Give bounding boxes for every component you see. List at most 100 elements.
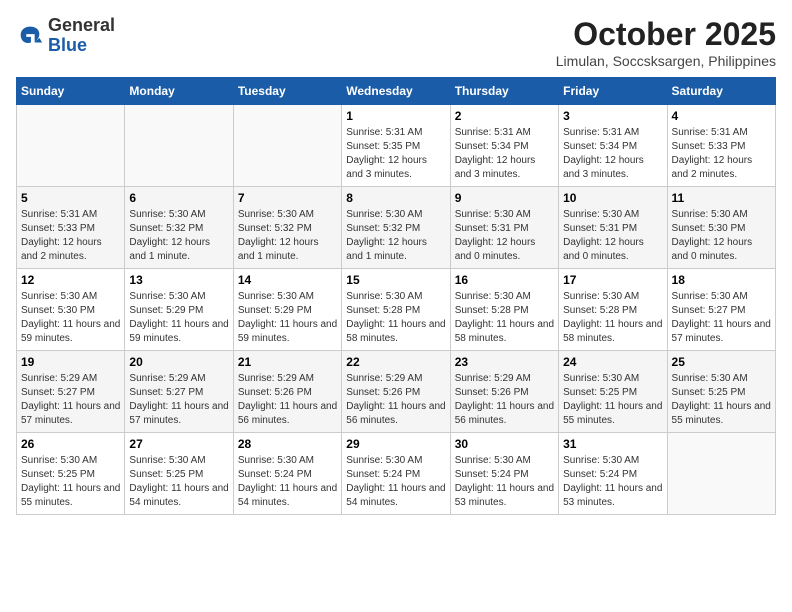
day-number: 25 — [672, 355, 771, 369]
day-number: 21 — [238, 355, 337, 369]
day-number: 10 — [563, 191, 662, 205]
day-info: Sunrise: 5:30 AMSunset: 5:24 PMDaylight:… — [455, 454, 554, 510]
day-number: 2 — [455, 109, 554, 123]
day-info: Sunrise: 5:30 AMSunset: 5:31 PMDaylight:… — [455, 208, 554, 264]
day-number: 29 — [346, 437, 445, 451]
calendar-cell: 31 Sunrise: 5:30 AMSunset: 5:24 PMDayligh… — [559, 433, 667, 515]
week-row-1: 1 Sunrise: 5:31 AMSunset: 5:35 PMDaylight… — [17, 105, 776, 187]
day-number: 19 — [21, 355, 120, 369]
day-number: 5 — [21, 191, 120, 205]
calendar-cell — [125, 105, 233, 187]
calendar-cell — [17, 105, 125, 187]
day-info: Sunrise: 5:30 AMSunset: 5:28 PMDaylight:… — [346, 290, 445, 346]
weekday-header-wednesday: Wednesday — [342, 78, 450, 105]
day-info: Sunrise: 5:31 AMSunset: 5:34 PMDaylight:… — [563, 126, 662, 182]
calendar-cell: 28 Sunrise: 5:30 AMSunset: 5:24 PMDayligh… — [233, 433, 341, 515]
day-number: 28 — [238, 437, 337, 451]
week-row-2: 5 Sunrise: 5:31 AMSunset: 5:33 PMDaylight… — [17, 187, 776, 269]
day-info: Sunrise: 5:30 AMSunset: 5:24 PMDaylight:… — [346, 454, 445, 510]
calendar-cell: 5 Sunrise: 5:31 AMSunset: 5:33 PMDaylight… — [17, 187, 125, 269]
logo-blue-text: Blue — [48, 35, 87, 55]
calendar-cell: 7 Sunrise: 5:30 AMSunset: 5:32 PMDaylight… — [233, 187, 341, 269]
weekday-header-row: SundayMondayTuesdayWednesdayThursdayFrid… — [17, 78, 776, 105]
day-number: 3 — [563, 109, 662, 123]
calendar-cell: 9 Sunrise: 5:30 AMSunset: 5:31 PMDaylight… — [450, 187, 558, 269]
day-info: Sunrise: 5:30 AMSunset: 5:28 PMDaylight:… — [455, 290, 554, 346]
day-number: 6 — [129, 191, 228, 205]
calendar-cell: 12 Sunrise: 5:30 AMSunset: 5:30 PMDayligh… — [17, 269, 125, 351]
calendar-cell: 20Sunrise: 5:29 AMSunset: 5:27 PMDayligh… — [125, 351, 233, 433]
page-header: General Blue October 2025 Limulan, Soccs… — [16, 16, 776, 69]
day-info: Sunrise: 5:29 AMSunset: 5:26 PMDaylight:… — [346, 372, 445, 428]
logo-icon — [16, 22, 44, 50]
calendar-cell: 19Sunrise: 5:29 AMSunset: 5:27 PMDayligh… — [17, 351, 125, 433]
calendar-cell: 13Sunrise: 5:30 AMSunset: 5:29 PMDayligh… — [125, 269, 233, 351]
calendar-cell: 8Sunrise: 5:30 AMSunset: 5:32 PMDaylight… — [342, 187, 450, 269]
calendar-cell: 26 Sunrise: 5:30 AMSunset: 5:25 PMDayligh… — [17, 433, 125, 515]
calendar-cell: 17Sunrise: 5:30 AMSunset: 5:28 PMDayligh… — [559, 269, 667, 351]
day-info: Sunrise: 5:31 AMSunset: 5:33 PMDaylight:… — [672, 126, 771, 182]
month-title: October 2025 — [556, 16, 776, 53]
day-number: 12 — [21, 273, 120, 287]
day-info: Sunrise: 5:30 AMSunset: 5:29 PMDaylight:… — [238, 290, 337, 346]
day-number: 11 — [672, 191, 771, 205]
day-number: 7 — [238, 191, 337, 205]
weekday-header-saturday: Saturday — [667, 78, 775, 105]
calendar-cell: 27 Sunrise: 5:30 AMSunset: 5:25 PMDayligh… — [125, 433, 233, 515]
calendar-cell: 24Sunrise: 5:30 AMSunset: 5:25 PMDayligh… — [559, 351, 667, 433]
calendar-cell: 16Sunrise: 5:30 AMSunset: 5:28 PMDayligh… — [450, 269, 558, 351]
day-number: 15 — [346, 273, 445, 287]
day-info: Sunrise: 5:29 AMSunset: 5:26 PMDaylight:… — [455, 372, 554, 428]
calendar-cell: 4 Sunrise: 5:31 AMSunset: 5:33 PMDaylight… — [667, 105, 775, 187]
day-info: Sunrise: 5:30 AMSunset: 5:32 PMDaylight:… — [238, 208, 337, 264]
day-info: Sunrise: 5:29 AMSunset: 5:27 PMDaylight:… — [129, 372, 228, 428]
day-info: Sunrise: 5:30 AMSunset: 5:32 PMDaylight:… — [129, 208, 228, 264]
day-number: 30 — [455, 437, 554, 451]
day-number: 23 — [455, 355, 554, 369]
calendar-cell — [667, 433, 775, 515]
day-info: Sunrise: 5:30 AMSunset: 5:25 PMDaylight:… — [672, 372, 771, 428]
day-number: 31 — [563, 437, 662, 451]
day-number: 26 — [21, 437, 120, 451]
weekday-header-sunday: Sunday — [17, 78, 125, 105]
day-number: 22 — [346, 355, 445, 369]
weekday-header-tuesday: Tuesday — [233, 78, 341, 105]
calendar-cell: 15 Sunrise: 5:30 AMSunset: 5:28 PMDayligh… — [342, 269, 450, 351]
day-info: Sunrise: 5:30 AMSunset: 5:31 PMDaylight:… — [563, 208, 662, 264]
day-info: Sunrise: 5:31 AMSunset: 5:34 PMDaylight:… — [455, 126, 554, 182]
day-number: 14 — [238, 273, 337, 287]
calendar-cell: 18Sunrise: 5:30 AMSunset: 5:27 PMDayligh… — [667, 269, 775, 351]
calendar-cell: 3 Sunrise: 5:31 AMSunset: 5:34 PMDaylight… — [559, 105, 667, 187]
calendar-cell: 1 Sunrise: 5:31 AMSunset: 5:35 PMDaylight… — [342, 105, 450, 187]
calendar-cell: 29 Sunrise: 5:30 AMSunset: 5:24 PMDayligh… — [342, 433, 450, 515]
calendar-cell — [233, 105, 341, 187]
calendar-cell: 2 Sunrise: 5:31 AMSunset: 5:34 PMDaylight… — [450, 105, 558, 187]
week-row-4: 19 Sunrise: 5:29 AMSunset: 5:27 PMDayligh… — [17, 351, 776, 433]
day-number: 24 — [563, 355, 662, 369]
day-info: Sunrise: 5:30 AMSunset: 5:24 PMDaylight:… — [563, 454, 662, 510]
day-info: Sunrise: 5:30 AMSunset: 5:24 PMDaylight:… — [238, 454, 337, 510]
week-row-5: 26 Sunrise: 5:30 AMSunset: 5:25 PMDayligh… — [17, 433, 776, 515]
calendar-cell: 11Sunrise: 5:30 AMSunset: 5:30 PMDayligh… — [667, 187, 775, 269]
day-number: 1 — [346, 109, 445, 123]
calendar-cell: 30 Sunrise: 5:30 AMSunset: 5:24 PMDayligh… — [450, 433, 558, 515]
day-number: 17 — [563, 273, 662, 287]
day-info: Sunrise: 5:30 AMSunset: 5:29 PMDaylight:… — [129, 290, 228, 346]
weekday-header-thursday: Thursday — [450, 78, 558, 105]
calendar-cell: 6 Sunrise: 5:30 AMSunset: 5:32 PMDaylight… — [125, 187, 233, 269]
day-info: Sunrise: 5:30 AMSunset: 5:30 PMDaylight:… — [21, 290, 120, 346]
calendar-cell: 10 Sunrise: 5:30 AMSunset: 5:31 PMDayligh… — [559, 187, 667, 269]
day-number: 4 — [672, 109, 771, 123]
day-number: 27 — [129, 437, 228, 451]
location-text: Limulan, Soccsksargen, Philippines — [556, 53, 776, 69]
day-number: 9 — [455, 191, 554, 205]
day-info: Sunrise: 5:30 AMSunset: 5:25 PMDaylight:… — [21, 454, 120, 510]
day-info: Sunrise: 5:29 AMSunset: 5:26 PMDaylight:… — [238, 372, 337, 428]
weekday-header-friday: Friday — [559, 78, 667, 105]
day-info: Sunrise: 5:31 AMSunset: 5:35 PMDaylight:… — [346, 126, 445, 182]
day-info: Sunrise: 5:31 AMSunset: 5:33 PMDaylight:… — [21, 208, 120, 264]
calendar-cell: 21 Sunrise: 5:29 AMSunset: 5:26 PMDayligh… — [233, 351, 341, 433]
title-block: October 2025 Limulan, Soccsksargen, Phil… — [556, 16, 776, 69]
day-info: Sunrise: 5:30 AMSunset: 5:25 PMDaylight:… — [129, 454, 228, 510]
calendar-cell: 23 Sunrise: 5:29 AMSunset: 5:26 PMDayligh… — [450, 351, 558, 433]
